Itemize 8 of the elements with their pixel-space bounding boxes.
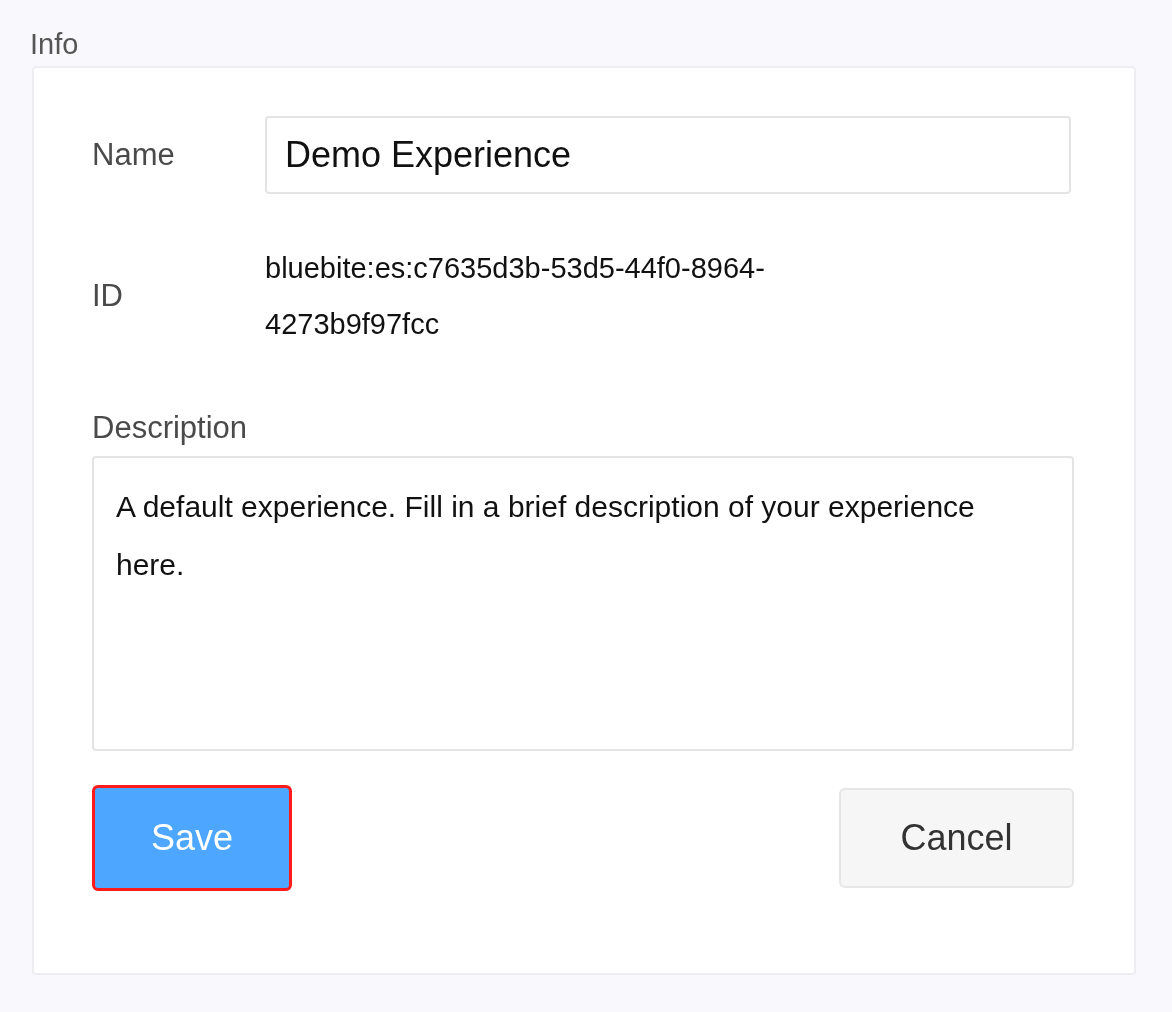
field-label: ID: [92, 278, 124, 314]
section-title: Info: [30, 27, 80, 62]
cancel-button[interactable]: Cancel: [839, 788, 1074, 888]
field-label: Name: [92, 137, 176, 173]
name-field[interactable]: Demo Experience: [265, 116, 1071, 194]
description-field[interactable]: A default experience. Fill in a brief description of your experience here.: [92, 456, 1074, 751]
field-label: Description: [92, 410, 249, 446]
id-value: bluebite:es:c7635d3b-53d5-44f0-8964-4273b9f97fcc: [265, 251, 766, 342]
